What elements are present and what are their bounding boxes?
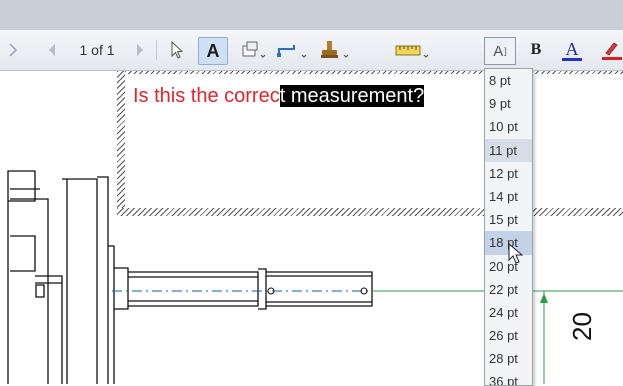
note-frame-top: [125, 71, 623, 74]
font-size-option[interactable]: 15 pt: [485, 208, 532, 231]
font-size-option[interactable]: 12 pt: [485, 162, 532, 185]
note-text-unselected: Is this the correc: [133, 85, 280, 107]
annotation-toolbar: 1 of 1 A A ] B A: [0, 30, 623, 71]
stamp-tool-icon[interactable]: [318, 37, 352, 63]
font-size-option[interactable]: 8 pt: [485, 69, 532, 92]
font-size-option[interactable]: 14 pt: [485, 185, 532, 208]
prev-page-icon[interactable]: [44, 37, 60, 63]
note-frame-left: [117, 71, 125, 216]
note-frame-bottom: [117, 208, 623, 216]
font-color-button[interactable]: A: [560, 37, 584, 63]
next-page-icon[interactable]: [132, 37, 148, 63]
font-size-button[interactable]: A ]: [484, 37, 516, 65]
text-tool-button[interactable]: A: [198, 37, 228, 65]
shapes-tool-icon[interactable]: [238, 37, 268, 63]
dimension-line-tool-icon[interactable]: [276, 37, 310, 63]
mouse-cursor-icon: [508, 242, 524, 270]
font-size-option[interactable]: 22 pt: [485, 278, 532, 301]
previous-arrow-icon[interactable]: [6, 37, 20, 63]
dimension-label: 20: [567, 312, 597, 341]
note-text-selection: t measurement?: [279, 85, 425, 107]
font-color-label: A: [565, 38, 579, 59]
font-size-option[interactable]: 28 pt: [485, 347, 532, 370]
window-top-strip: [0, 0, 623, 30]
font-size-option[interactable]: 9 pt: [485, 92, 532, 115]
font-size-dropdown: 8 pt 9 pt 10 pt 11 pt 12 pt 14 pt 15 pt …: [484, 68, 533, 386]
font-color-swatch: [562, 57, 582, 61]
font-size-button-label: A: [493, 42, 504, 60]
bold-button[interactable]: B: [526, 37, 546, 63]
measure-ruler-icon[interactable]: [394, 37, 432, 63]
font-size-option[interactable]: 10 pt: [485, 115, 532, 138]
separator: [156, 40, 157, 60]
font-size-option-current[interactable]: 11 pt: [485, 138, 532, 162]
page-indicator: 1 of 1: [79, 42, 115, 58]
annotation-note-text[interactable]: Is this the correct measurement?: [133, 85, 425, 108]
font-size-option[interactable]: 26 pt: [485, 324, 532, 347]
caret-icon: ]: [504, 46, 507, 56]
select-pointer-icon[interactable]: [166, 37, 188, 63]
highlight-pen-icon[interactable]: [600, 37, 622, 63]
font-size-option[interactable]: 24 pt: [485, 301, 532, 324]
